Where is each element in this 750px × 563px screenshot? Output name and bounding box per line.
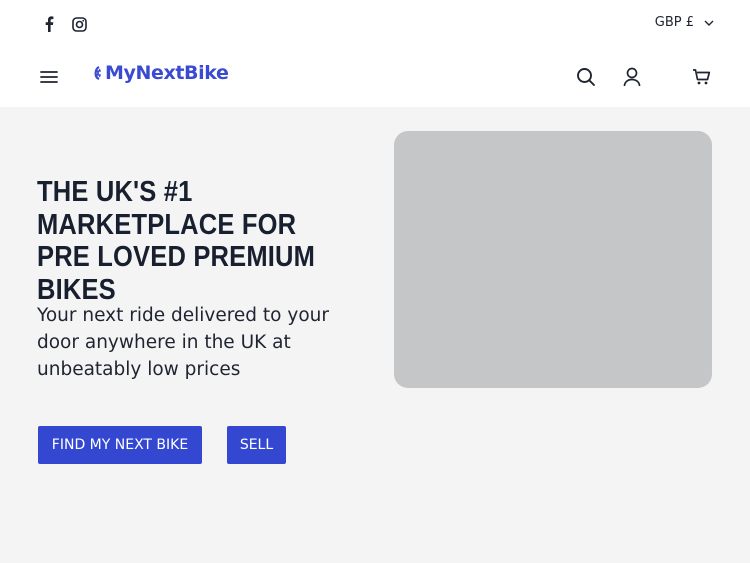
search-icon[interactable] — [573, 64, 599, 90]
sell-button[interactable]: SELL — [227, 426, 286, 464]
main-navbar: MyNextBike — [0, 48, 750, 107]
chevron-down-icon — [704, 20, 714, 26]
hero-subtext: Your next ride delivered to your door an… — [37, 305, 329, 380]
top-bar: GBP £ — [0, 0, 750, 48]
hero-headline: The UK's #1 marketplace for pre loved pr… — [37, 176, 316, 306]
facebook-icon[interactable] — [39, 14, 59, 34]
instagram-icon[interactable] — [69, 14, 89, 34]
brand-name: MyNextBike — [105, 62, 229, 84]
currency-label: GBP £ — [654, 15, 694, 30]
account-icon[interactable] — [619, 64, 645, 90]
logo-mark-icon — [94, 66, 101, 81]
cart-icon[interactable] — [688, 64, 714, 90]
hero-section: The UK's #1 marketplace for pre loved pr… — [0, 107, 750, 563]
find-my-next-bike-button[interactable]: FIND MY NEXT BIKE — [38, 426, 202, 464]
menu-icon[interactable] — [36, 64, 62, 90]
currency-selector[interactable]: GBP £ — [655, 15, 714, 30]
hero-image-placeholder — [394, 131, 712, 388]
brand-logo[interactable]: MyNextBike — [92, 62, 229, 84]
